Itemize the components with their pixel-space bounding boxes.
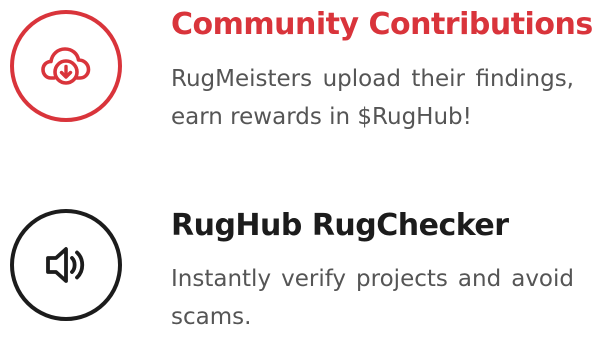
feature-title: Community Contributions: [171, 7, 593, 42]
feature-icon-badge: [10, 10, 122, 122]
feature-description: RugMeisters upload their find­ings, earn…: [171, 66, 574, 130]
feature-title: RugHub RugChecker: [171, 208, 509, 243]
cloud-download-icon: [41, 47, 91, 85]
features-section: Community Contributions RugMeisters uplo…: [0, 0, 605, 337]
feature-icon-badge: [10, 209, 122, 321]
feature-community-contributions: Community Contributions RugMeisters uplo…: [0, 0, 605, 170]
speaker-volume-icon: [46, 247, 85, 283]
feature-rughub-rugchecker: RugHub RugChecker Instantly verify proje…: [0, 170, 605, 337]
feature-description: Instantly verify projects and avoid scam…: [171, 266, 574, 330]
